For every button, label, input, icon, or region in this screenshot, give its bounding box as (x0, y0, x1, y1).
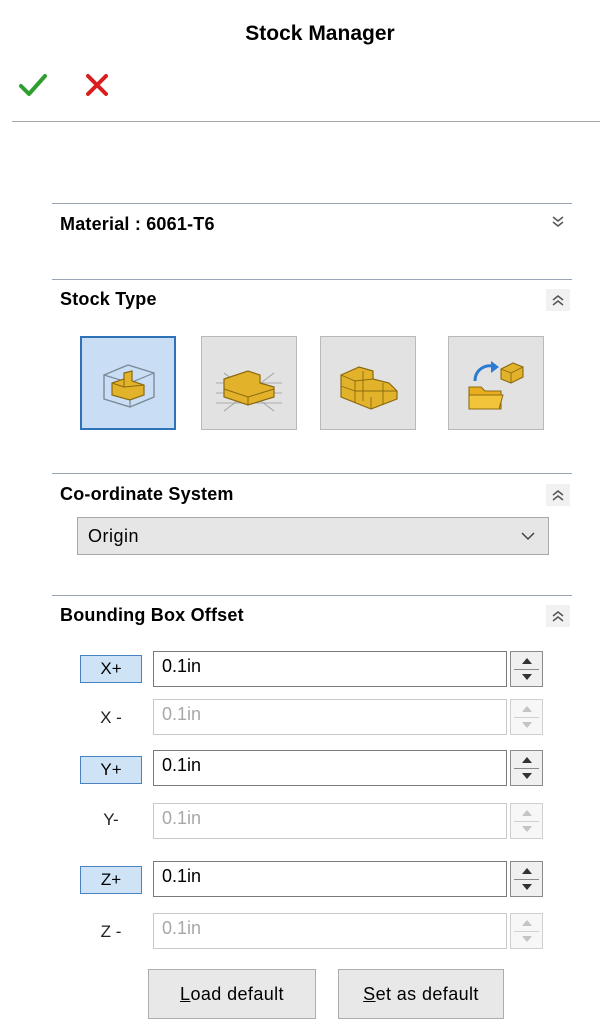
axis-toggle-z-plus[interactable]: Z+ (80, 866, 142, 894)
set-as-default-button[interactable]: Set as default (338, 969, 504, 1019)
load-default-label: oad default (190, 983, 284, 1004)
bounding-box-offset-header: Bounding Box Offset (60, 605, 244, 625)
stock-type-header: Stock Type (60, 289, 157, 309)
bounding-box-icon (103, 364, 155, 408)
from-file-stock-button[interactable] (448, 336, 544, 430)
offset-field-z-minus[interactable]: 0.1in (153, 913, 507, 949)
offset-stepper-x-minus[interactable] (510, 699, 543, 735)
axis-toggle-y-minus[interactable]: Y- (80, 806, 142, 834)
offset-field-x-plus[interactable]: 0.1in (153, 651, 507, 687)
section-divider (52, 203, 572, 204)
load-default-button[interactable]: Load default (148, 969, 316, 1019)
offset-stepper-z-plus[interactable] (510, 861, 543, 897)
offset-field-y-minus[interactable]: 0.1in (153, 803, 507, 839)
from-file-stock-icon (468, 361, 524, 410)
section-divider (52, 473, 572, 474)
collapse-chevron-icon[interactable] (546, 289, 570, 311)
axis-toggle-x-minus[interactable]: X - (80, 704, 142, 732)
offset-stepper-x-plus[interactable] (510, 651, 543, 687)
page-title: Stock Manager (245, 22, 395, 45)
section-divider (52, 279, 572, 280)
bounding-box-stock-button[interactable] (80, 336, 176, 430)
set-default-label: et as default (375, 983, 479, 1004)
chevron-down-icon (521, 532, 535, 541)
expand-chevron-icon[interactable] (546, 211, 570, 233)
offset-field-z-plus[interactable]: 0.1in (153, 861, 507, 897)
section-divider (52, 595, 572, 596)
offset-stepper-z-minus[interactable] (510, 913, 543, 949)
collapse-chevron-icon[interactable] (546, 484, 570, 506)
offset-field-y-plus[interactable]: 0.1in (153, 750, 507, 786)
axis-toggle-z-minus[interactable]: Z - (80, 918, 142, 946)
offset-field-x-minus[interactable]: 0.1in (153, 699, 507, 735)
set-default-mnemonic: S (363, 983, 376, 1004)
collapse-chevron-icon[interactable] (546, 605, 570, 627)
coordinate-system-value: Origin (88, 525, 140, 546)
close-icon[interactable] (84, 72, 110, 98)
cylinder-stock-icon (216, 370, 282, 412)
stl-stock-icon (340, 366, 398, 410)
cylinder-stock-button[interactable] (201, 336, 297, 430)
offset-stepper-y-plus[interactable] (510, 750, 543, 786)
coordinate-system-select[interactable]: Origin (77, 517, 549, 555)
load-default-mnemonic: L (180, 983, 191, 1004)
axis-toggle-x-plus[interactable]: X+ (80, 655, 142, 683)
coordinate-system-header: Co-ordinate System (60, 484, 234, 504)
offset-stepper-y-minus[interactable] (510, 803, 543, 839)
material-header: Material : 6061-T6 (60, 214, 215, 234)
checkmark-icon[interactable] (18, 70, 48, 100)
header-divider (12, 121, 600, 122)
stl-stock-button[interactable] (320, 336, 416, 430)
axis-toggle-y-plus[interactable]: Y+ (80, 756, 142, 784)
